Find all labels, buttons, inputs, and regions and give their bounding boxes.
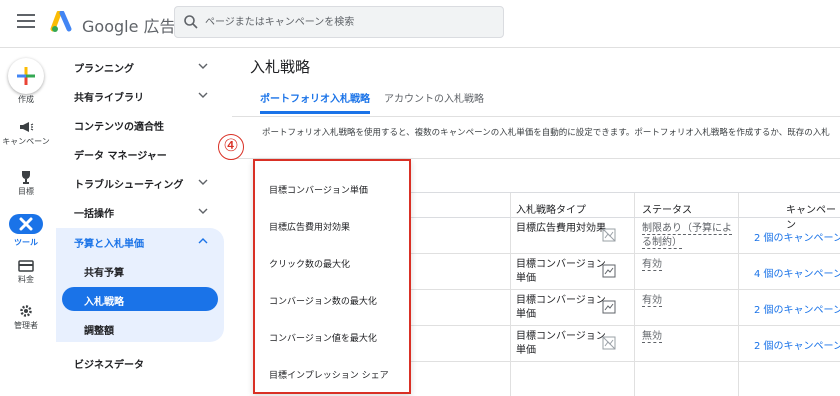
description-text: ポートフォリオ入札戦略を使用すると、複数のキャンペーンの入札単価を自動的に設定で… [262,128,830,138]
nav-subitem-adjustments[interactable]: 調整額 [56,316,224,340]
nav-item-data-manager[interactable]: データ マネージャー [56,141,224,165]
nav-item-shared-library[interactable]: 共有ライブラリ [56,83,224,107]
rail-item-tools[interactable]: ツール [0,214,52,248]
campaign-link[interactable]: 2 個のキャンペーン [754,229,840,244]
nav-item-label: コンテンツの適合性 [74,122,164,133]
search-icon [184,15,198,29]
rail-item-billing[interactable]: 料金 [0,260,52,285]
google-ads-logo[interactable] [50,11,74,33]
rail-item-admin[interactable]: 管理者 [0,304,52,331]
nav-subitem-label: 入札戦略 [84,297,124,308]
chevron-down-icon [198,208,208,214]
status-text: 制限あり（予算による制約） [642,223,732,249]
rail-item-campaigns[interactable]: キャンペーン [0,120,52,147]
rail-item-create-label: 作成 [18,95,34,104]
nav-item-label: 共有ライブラリ [74,93,144,104]
strategy-status: 有効 [642,294,732,308]
status-text: 無効 [642,331,662,343]
menu-option-maximize-conversion-value[interactable]: コンバージョン値を最大化 [269,331,377,344]
tab-portfolio-bid-strategies[interactable]: ポートフォリオ入札戦略 [260,90,370,114]
nav-item-label: プランニング [74,64,134,75]
side-navigation: プランニング 共有ライブラリ コンテンツの適合性 データ マネージャー トラブル… [56,48,224,396]
campaign-link[interactable]: 4 個のキャンペーン [754,265,840,280]
strategy-type: 目標広告費用対効果 [516,223,606,234]
nav-item-bulk-actions[interactable]: 一括操作 [56,199,224,223]
search-input[interactable] [205,12,495,32]
search-box[interactable] [174,6,504,38]
nav-item-label: トラブルシューティング [74,180,184,191]
tools-icon [9,214,43,234]
gear-icon [20,305,32,317]
top-bar: Google 広告 [0,0,840,48]
nav-item-label: データ マネージャー [74,151,167,162]
callout-number: ④ [218,134,244,160]
plus-icon [17,67,35,85]
column-header-type[interactable]: 入札戦略タイプ [516,201,586,216]
menu-option-target-impression-share[interactable]: 目標インプレッション シェア [269,368,389,381]
strategy-type: 目標コンバージョン単価 [516,295,606,320]
menu-icon[interactable] [17,14,35,28]
chart-off-icon [602,228,616,242]
page-title: 入札戦略 [250,58,311,76]
icon-rail: 作成 キャンペーン 目標 ツール 料金 管理者 [0,48,52,396]
create-button[interactable] [8,58,44,94]
chart-off-icon [602,336,616,350]
nav-subitem-bid-strategies[interactable]: 入札戦略 [62,287,218,311]
credit-card-icon [18,260,34,272]
chevron-down-icon [198,63,208,69]
chart-icon [602,264,616,278]
column-header-status[interactable]: ステータス [642,201,692,216]
campaign-link[interactable]: 2 個のキャンペーン [754,301,840,316]
chart-icon [602,300,616,314]
nav-item-business-data[interactable]: ビジネスデータ [56,350,224,374]
menu-option-maximize-clicks[interactable]: クリック数の最大化 [269,257,350,270]
menu-option-target-cpa[interactable]: 目標コンバージョン単価 [269,183,368,196]
rail-item-goals[interactable]: 目標 [0,170,52,197]
menu-option-maximize-conversions[interactable]: コンバージョン数の最大化 [269,294,377,307]
strategy-status: 有効 [642,258,732,272]
rail-item-label: キャンペーン [2,137,50,146]
strategy-type: 目標コンバージョン単価 [516,331,606,356]
nav-item-planning[interactable]: プランニング [56,54,224,78]
nav-item-budgets-bids[interactable]: 予算と入札単価 [56,229,224,253]
nav-item-label: ビジネスデータ [74,360,144,371]
chevron-down-icon [198,92,208,98]
tab-divider [232,116,840,117]
nav-subitem-shared-budgets[interactable]: 共有予算 [56,258,224,282]
rail-item-label: 目標 [18,187,34,196]
product-name: Google 広告 [82,17,176,36]
status-text: 有効 [642,295,662,307]
bid-strategy-type-menu: 目標コンバージョン単価 目標広告費用対効果 クリック数の最大化 コンバージョン数… [253,159,411,394]
megaphone-icon [20,122,34,132]
strategy-status: 無効 [642,330,732,344]
nav-subitem-label: 調整額 [84,326,114,337]
nav-subitem-label: 共有予算 [84,268,124,279]
trophy-icon [22,171,30,184]
menu-option-target-roas[interactable]: 目標広告費用対効果 [269,220,350,233]
chevron-up-icon [198,238,208,244]
status-text: 有効 [642,259,662,271]
campaign-link[interactable]: 2 個のキャンペーン [754,337,840,352]
tab-account-bid-strategies[interactable]: アカウントの入札戦略 [384,90,484,114]
strategy-status: 制限あり（予算による制約） [642,222,732,250]
rail-item-label: 料金 [18,275,34,284]
nav-item-label: 一括操作 [74,209,114,220]
chevron-down-icon [198,179,208,185]
rail-item-label: 管理者 [14,321,38,330]
strategy-type: 目標コンバージョン単価 [516,259,606,284]
rail-item-label: ツール [14,238,38,247]
nav-item-content-suitability[interactable]: コンテンツの適合性 [56,112,224,136]
nav-item-troubleshooting[interactable]: トラブルシューティング [56,170,224,194]
nav-item-label: 予算と入札単価 [74,239,144,250]
